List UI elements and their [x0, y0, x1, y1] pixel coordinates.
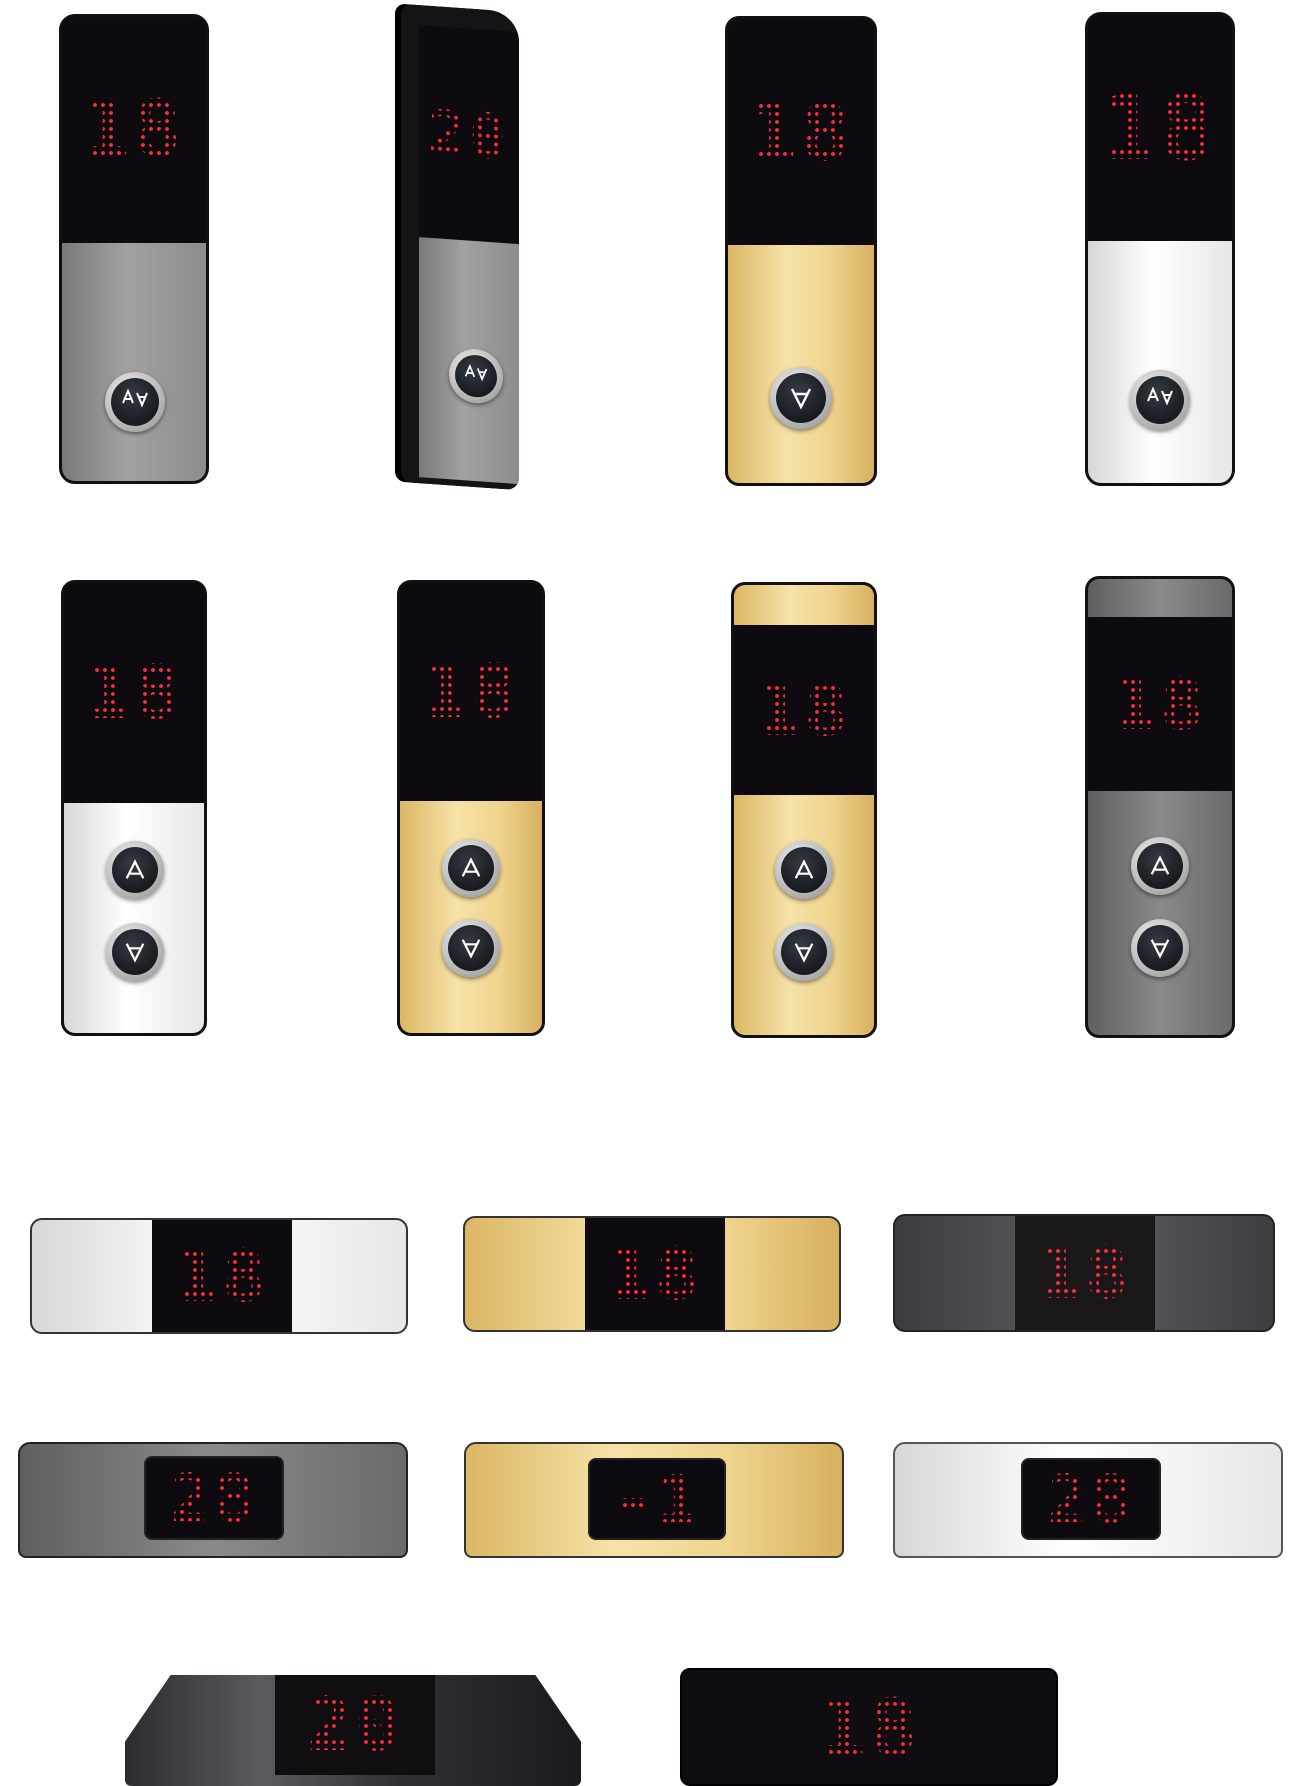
- panel-mirror-18: 18: [1085, 12, 1235, 486]
- up-call-button[interactable]: [106, 841, 164, 899]
- floor-number: 18: [83, 85, 185, 175]
- down-arrow-icon: [1150, 939, 1170, 959]
- down-arrow-icon: [794, 943, 814, 963]
- floor-number: 18: [174, 1234, 270, 1318]
- mirror-faceplate: [1088, 241, 1232, 483]
- gold-faceplate: [728, 245, 874, 483]
- floor-number: 18: [756, 668, 852, 752]
- indicator-gold-18: 18: [463, 1216, 841, 1332]
- floor-number: 20: [427, 95, 511, 175]
- panel-gold-banded-18: 18: [731, 582, 877, 1038]
- floor-number: -1: [613, 1460, 701, 1538]
- floor-display: 18: [1088, 15, 1232, 241]
- up-down-arrow-icon: [1147, 387, 1173, 406]
- down-arrow-icon: [790, 388, 812, 410]
- gold-faceplate: [400, 801, 542, 1033]
- floor-display: 18: [1015, 1216, 1155, 1330]
- up-arrow-icon: [461, 857, 481, 877]
- indicator-mirror-28: 28: [893, 1442, 1283, 1558]
- up-call-button[interactable]: [1131, 837, 1189, 895]
- down-call-button[interactable]: [442, 919, 500, 977]
- up-down-call-button[interactable]: [1130, 370, 1190, 430]
- floor-number: 18: [1112, 662, 1208, 746]
- floor-display: -1: [588, 1458, 726, 1540]
- floor-number: 18: [607, 1232, 703, 1316]
- indicator-dark-18: 18: [893, 1214, 1275, 1332]
- floor-display: 18: [64, 583, 204, 803]
- down-arrow-icon: [125, 943, 145, 963]
- floor-number: 18: [422, 649, 520, 735]
- floor-number: 18: [748, 85, 854, 179]
- floor-display: 18: [728, 19, 874, 245]
- floor-display: 18: [400, 583, 542, 801]
- up-down-arrow-icon: [122, 389, 148, 408]
- gold-faceplate: [734, 795, 874, 1035]
- up-arrow-icon: [794, 859, 814, 879]
- floor-number: 28: [170, 1459, 258, 1537]
- up-arrow-icon: [125, 859, 145, 879]
- down-call-button[interactable]: [1131, 919, 1189, 977]
- up-call-button[interactable]: [442, 839, 500, 897]
- up-down-arrow-icon: [464, 363, 488, 382]
- indicator-gold-minus-1: -1: [464, 1442, 844, 1558]
- panel-graphite-banded-18: 18: [1085, 576, 1235, 1038]
- panel-gold-18-two-buttons: 18: [397, 580, 545, 1036]
- floor-display: 18: [585, 1218, 725, 1330]
- panel-steel-20-angled: 20: [401, 3, 519, 491]
- floor-number: 20: [306, 1682, 404, 1768]
- indicator-mirror-18: 18: [30, 1218, 408, 1334]
- floor-number: 18: [85, 650, 183, 736]
- floor-number: 18: [819, 1684, 921, 1774]
- floor-display: 18: [734, 625, 874, 795]
- floor-display: 28: [1021, 1458, 1161, 1540]
- floor-display: 18: [62, 17, 206, 243]
- down-call-button[interactable]: [770, 367, 832, 429]
- indicator-steel-28: 28: [18, 1442, 408, 1558]
- floor-display: 20: [275, 1675, 435, 1775]
- floor-display: 28: [144, 1456, 284, 1540]
- graphite-top-band: [1088, 579, 1232, 617]
- steel-faceplate: [62, 243, 206, 481]
- panel-gold-18: 18: [725, 16, 877, 486]
- panel-mirror-18-two-buttons: 18: [61, 580, 207, 1036]
- graphite-faceplate: [1088, 791, 1232, 1035]
- up-call-button[interactable]: [775, 841, 833, 899]
- down-arrow-icon: [461, 939, 481, 959]
- gold-top-band: [734, 585, 874, 625]
- up-arrow-icon: [1150, 855, 1170, 875]
- floor-number: 18: [1037, 1231, 1133, 1315]
- floor-number: 18: [1101, 75, 1219, 181]
- floor-display: 20: [419, 25, 519, 245]
- indicator-black-18: 18: [680, 1668, 1058, 1786]
- indicator-black-20-beveled: 20: [125, 1675, 581, 1786]
- floor-display: 18: [800, 1674, 940, 1784]
- panel-steel-18: 18: [59, 14, 209, 484]
- mirror-faceplate: [64, 803, 204, 1033]
- down-call-button[interactable]: [106, 923, 164, 981]
- up-down-call-button[interactable]: [105, 372, 165, 432]
- floor-number: 28: [1047, 1460, 1135, 1538]
- floor-display: 18: [1088, 617, 1232, 791]
- floor-display: 18: [152, 1220, 292, 1332]
- down-call-button[interactable]: [775, 923, 833, 981]
